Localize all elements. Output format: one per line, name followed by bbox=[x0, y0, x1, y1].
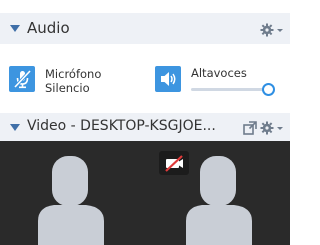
speaker-volume-thumb[interactable] bbox=[262, 83, 275, 96]
participant-avatar-silhouette bbox=[186, 156, 252, 245]
audio-controls: Micrófono Silencio Altavoces bbox=[0, 44, 290, 113]
chevron-down-icon bbox=[277, 127, 283, 130]
microphone-label-status: Silencio bbox=[45, 81, 90, 95]
popout-button[interactable] bbox=[243, 120, 257, 135]
microphone-muted-icon bbox=[13, 69, 32, 89]
collapse-caret-icon[interactable] bbox=[10, 25, 20, 32]
video-settings-button[interactable] bbox=[260, 120, 284, 135]
gear-icon bbox=[260, 121, 283, 135]
chevron-down-icon bbox=[277, 29, 283, 32]
video-preview bbox=[0, 141, 290, 245]
microphone-toggle-button[interactable] bbox=[9, 66, 35, 92]
camera-off-icon bbox=[165, 155, 183, 172]
speaker-icon bbox=[161, 72, 176, 86]
speaker-label: Altavoces bbox=[191, 66, 247, 80]
popout-icon bbox=[243, 121, 257, 135]
microphone-label: Micrófono Silencio bbox=[45, 67, 101, 95]
microphone-label-name: Micrófono bbox=[45, 67, 102, 81]
audio-section-title: Audio bbox=[27, 19, 70, 37]
audio-settings-button[interactable] bbox=[260, 22, 284, 37]
call-panel: Audio Micrófono Silencio Altavoces Video… bbox=[0, 0, 290, 245]
audio-section-header[interactable]: Audio bbox=[0, 13, 290, 44]
participant-avatar-silhouette bbox=[38, 156, 104, 245]
camera-toggle-button[interactable] bbox=[159, 151, 189, 175]
video-section-header[interactable]: Video - DESKTOP-KSGJOE... bbox=[0, 113, 290, 141]
collapse-caret-icon[interactable] bbox=[10, 124, 20, 131]
gear-icon bbox=[260, 23, 283, 37]
video-section-title: Video - DESKTOP-KSGJOE... bbox=[27, 118, 216, 134]
speaker-volume-track[interactable] bbox=[191, 88, 269, 91]
speaker-toggle-button[interactable] bbox=[155, 66, 181, 92]
